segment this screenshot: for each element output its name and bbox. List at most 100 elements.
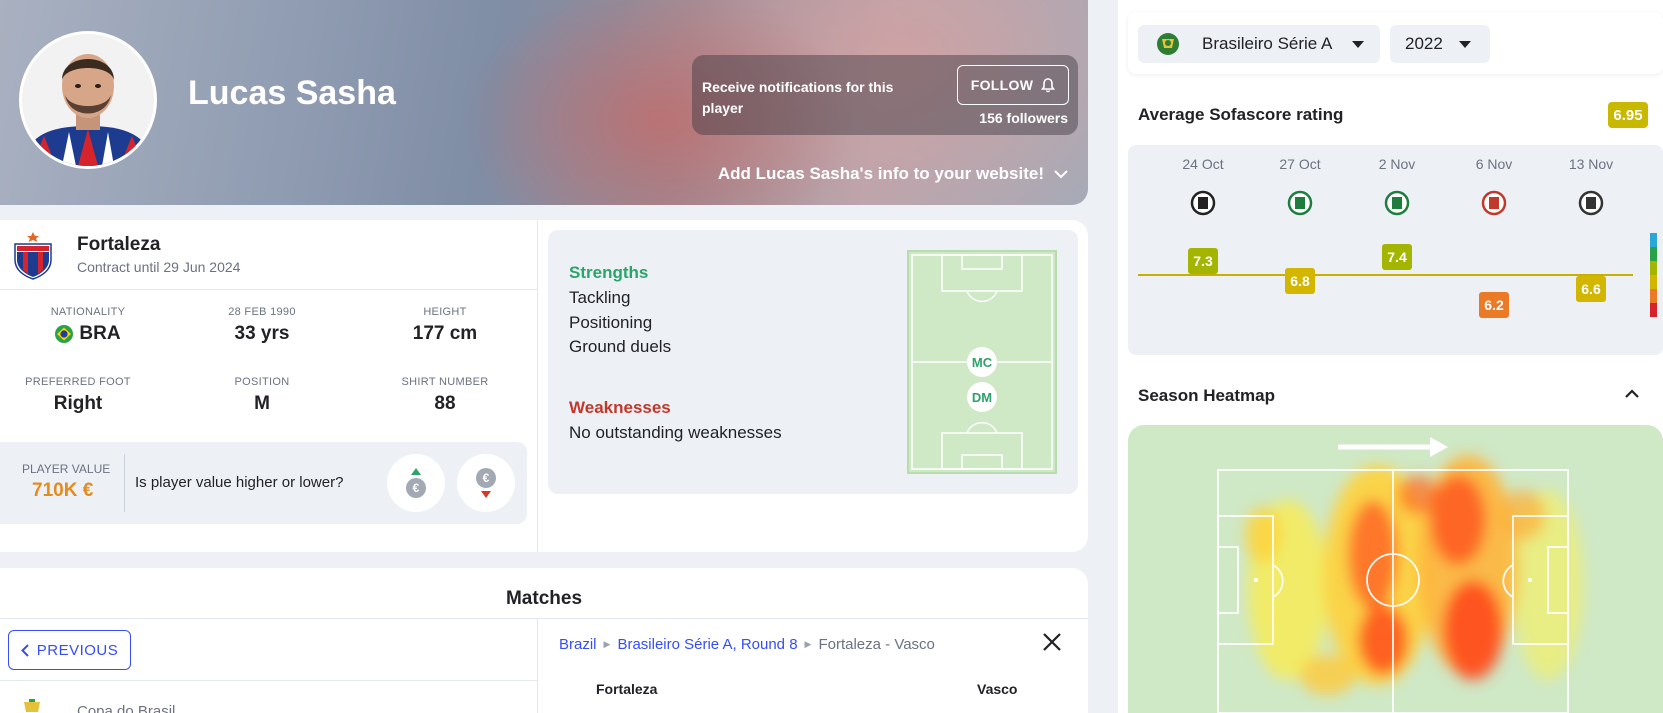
euro-icon: € [476, 468, 496, 488]
player-value-divider [124, 454, 125, 512]
match-date-label: 27 Oct [1279, 156, 1320, 172]
matches-divider [0, 618, 1088, 619]
strengths-title: Strengths [569, 263, 649, 282]
add-info-link[interactable]: Add Lucas Sasha's info to your website! [718, 164, 1068, 184]
average-rating-badge: 6.95 [1608, 102, 1648, 128]
rating-scale-segment [1650, 261, 1657, 275]
player-value: 710K € [32, 480, 94, 501]
weakness-item: No outstanding weaknesses [569, 423, 782, 442]
caret-down-icon [1458, 40, 1471, 48]
rating-chart-svg: 24 Oct 7.3 27 Oct 6.8 2 Nov 7.4 6 Nov 6.2 13 Nov… [1138, 156, 1657, 318]
away-team-name: Vasco [977, 681, 1018, 697]
brasileirao-logo [1157, 33, 1179, 55]
position-pitch: MC DM [907, 250, 1057, 474]
follow-button[interactable]: FOLLOW [957, 65, 1069, 105]
match-date-label: 13 Nov [1569, 156, 1613, 172]
previous-label: PREVIOUS [36, 641, 119, 659]
stat-age: 28 FEB 1990 33 yrs [177, 306, 347, 345]
copa-do-brasil-logo [24, 699, 40, 712]
notification-text: Receive notifications for this player [702, 79, 894, 116]
opponent-crest-emblem [1392, 197, 1402, 209]
stat-label: NATIONALITY [50, 306, 126, 318]
follow-label: FOLLOW [970, 77, 1034, 93]
strength-item: Positioning [569, 313, 653, 332]
rating-scale-segment [1650, 247, 1657, 261]
home-team-name: Fortaleza [596, 681, 658, 697]
rating-title: Average Sofascore rating [1138, 105, 1344, 124]
player-name: Lucas Sasha [188, 74, 396, 112]
stat-value-row: BRA [3, 323, 173, 345]
match-list-divider [0, 680, 537, 681]
team-name: Fortaleza [77, 234, 161, 255]
stat-label: 28 FEB 1990 [228, 306, 296, 318]
rating-value-label: 7.4 [1387, 249, 1407, 265]
heatmap-title: Season Heatmap [1138, 386, 1275, 405]
rating-value-label: 6.8 [1290, 273, 1310, 289]
player-value-label: PLAYER VALUE [22, 462, 111, 476]
stat-value: 177 cm [412, 323, 478, 344]
rating-scale-segment [1650, 233, 1657, 247]
value-question: Is player value higher or lower? [135, 474, 344, 491]
chevron-down-icon [1054, 169, 1068, 178]
match-date-label: 24 Oct [1182, 156, 1223, 172]
stat-height: HEIGHT 177 cm [360, 306, 530, 345]
opponent-crest-emblem [1489, 197, 1499, 209]
matches-title: Matches [505, 588, 583, 609]
match-breadcrumb: Brazil ▶ Brasileiro Série A, Round 8 ▶ F… [559, 636, 935, 653]
competition-name: Copa do Brasil [77, 703, 176, 713]
vote-lower-button[interactable]: € [457, 454, 515, 512]
weaknesses-title: Weaknesses [569, 398, 671, 417]
breadcrumb-match: Fortaleza - Vasco [818, 636, 935, 653]
rating-scale-segment [1650, 289, 1657, 303]
league-select[interactable]: Brasileiro Série A [1138, 25, 1380, 63]
contract-info: Contract until 29 Jun 2024 [77, 259, 241, 275]
stat-value: BRA [79, 323, 121, 344]
team-logo [12, 230, 54, 285]
stat-label: PREFERRED FOOT [25, 376, 131, 388]
followers-count: 156 followers [979, 110, 1068, 126]
position-dot-dm: DM [967, 382, 997, 412]
right-panel: Brasileiro Série A 2022 Average Sofascor… [1118, 0, 1663, 713]
euro-icon: € [406, 478, 426, 498]
matches-card: Matches PREVIOUS Copa do Brasil Brazil ▶… [0, 568, 1088, 713]
chevron-up-icon[interactable] [1624, 386, 1640, 402]
league-name: Brasileiro Série A [1202, 34, 1333, 53]
strength-item: Tackling [569, 288, 631, 307]
stat-label: HEIGHT [423, 306, 467, 318]
rating-value-label: 7.3 [1193, 253, 1213, 269]
player-profile-card: Fortaleza Contract until 29 Jun 2024 NAT… [0, 220, 1088, 552]
rating-value-label: 6.6 [1581, 281, 1601, 297]
bell-icon [1041, 77, 1056, 92]
opponent-crest-emblem [1586, 197, 1596, 209]
vote-higher-button[interactable]: € [387, 454, 445, 512]
caret-down-icon [1352, 40, 1365, 48]
previous-button[interactable]: PREVIOUS [8, 630, 131, 670]
league-season-selector: Brasileiro Série A 2022 [1128, 12, 1663, 74]
rating-scale-segment [1650, 275, 1657, 289]
rating-scale-segment [1650, 303, 1657, 317]
stat-shirt-number: SHIRT NUMBER 88 [360, 376, 530, 415]
stat-nationality: NATIONALITY BRA [3, 306, 173, 345]
stat-value: Right [53, 393, 103, 414]
player-avatar [19, 31, 157, 169]
rating-chart: 24 Oct 7.3 27 Oct 6.8 2 Nov 7.4 6 Nov 6.2 13 Nov… [1128, 145, 1663, 355]
season-select[interactable]: 2022 [1390, 25, 1490, 63]
brazil-flag-icon [55, 325, 74, 343]
arrow-up-icon [411, 468, 421, 475]
stat-preferred-foot: PREFERRED FOOT Right [0, 376, 163, 415]
strength-item: Ground duels [569, 337, 672, 356]
match-date-label: 6 Nov [1476, 156, 1513, 172]
close-icon[interactable] [1040, 630, 1064, 654]
profile-divider [537, 220, 538, 552]
add-info-label: Add Lucas Sasha's info to your website! [717, 164, 1044, 183]
season-value: 2022 [1405, 34, 1443, 53]
chevron-left-icon [20, 643, 29, 657]
breadcrumb-round[interactable]: Brasileiro Série A, Round 8 [617, 636, 797, 653]
opponent-crest-emblem [1198, 197, 1208, 209]
strengths-weaknesses-box: Strengths Tackling Positioning Ground du… [548, 230, 1078, 494]
opponent-crest-emblem [1295, 197, 1305, 209]
breadcrumb-country[interactable]: Brazil [559, 636, 597, 653]
player-header: Lucas Sasha Receive notifications for th… [0, 0, 1088, 205]
team-row[interactable]: Fortaleza Contract until 29 Jun 2024 [0, 220, 537, 290]
season-heatmap [1128, 425, 1663, 713]
